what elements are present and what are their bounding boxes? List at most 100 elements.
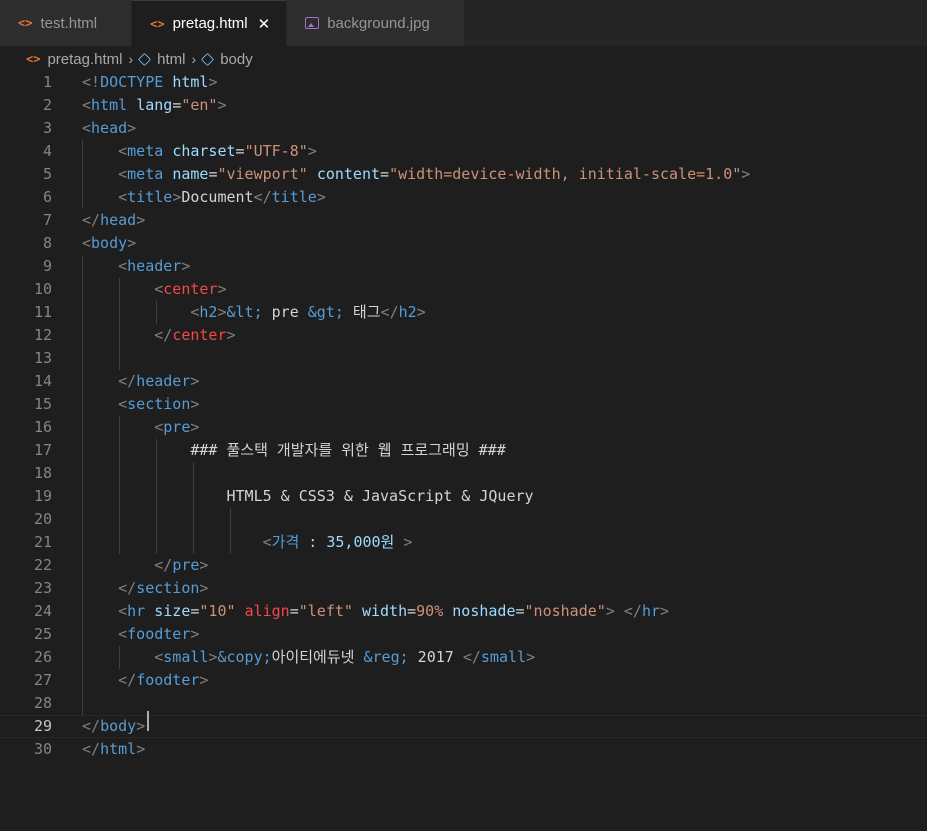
code-token: "en" xyxy=(181,96,218,114)
line-code: </html> xyxy=(82,738,145,761)
chevron-right-icon: › xyxy=(128,51,134,67)
code-token: &gt; xyxy=(307,303,344,321)
code-line[interactable]: 2 <html lang="en"> xyxy=(0,94,927,117)
code-line[interactable]: 24 <hr size="10" align="left" width=90% … xyxy=(0,600,927,623)
code-token: > xyxy=(127,119,137,137)
line-number: 8 xyxy=(42,234,52,252)
code-line[interactable]: 19 HTML5 & CSS3 & JavaScript & JQuery xyxy=(0,485,927,508)
code-token: pre xyxy=(172,556,200,574)
code-line[interactable]: 26 <small>&copy;아이티에듀넷 &reg; 2017 </smal… xyxy=(0,646,927,669)
code-token: body xyxy=(100,717,137,735)
line-code: <pre> xyxy=(82,416,199,439)
code-line[interactable]: 16 <pre> xyxy=(0,416,927,439)
line-number: 20 xyxy=(33,510,52,528)
code-token: 태그 xyxy=(343,303,381,321)
line-number: 27 xyxy=(33,671,52,689)
line-code: HTML5 & CSS3 & JavaScript & JQuery xyxy=(82,485,533,508)
code-line[interactable]: 22 </pre> xyxy=(0,554,927,577)
line-number: 5 xyxy=(42,165,52,183)
code-token: </ xyxy=(380,303,399,321)
code-line[interactable]: 13 xyxy=(0,347,927,370)
code-token: foodter xyxy=(127,625,191,643)
code-token: small xyxy=(163,648,209,666)
code-line[interactable]: 7 </head> xyxy=(0,209,927,232)
code-line[interactable]: 12 </center> xyxy=(0,324,927,347)
line-number: 23 xyxy=(33,579,52,597)
line-number: 1 xyxy=(42,73,52,91)
code-token: < xyxy=(82,96,92,114)
code-token: 2017 xyxy=(408,648,463,666)
code-token: > xyxy=(172,188,182,206)
code-token: = xyxy=(515,602,525,620)
code-token: </ xyxy=(154,556,173,574)
code-line[interactable]: 14 </header> xyxy=(0,370,927,393)
breadcrumb-item-html[interactable]: html xyxy=(157,51,185,68)
code-token: > xyxy=(199,579,209,597)
tab-bar: <> test.html <> pretag.html ✕ background.jpg xyxy=(0,0,927,46)
line-number: 12 xyxy=(33,326,52,344)
code-line[interactable]: 23 </section> xyxy=(0,577,927,600)
code-token: pre xyxy=(163,418,191,436)
code-token: > xyxy=(190,395,200,413)
code-line[interactable]: 9 <header> xyxy=(0,255,927,278)
code-token: > xyxy=(226,326,236,344)
code-line[interactable]: 28 xyxy=(0,692,927,715)
code-line[interactable]: 11 <h2>&lt; pre &gt; 태그</h2> xyxy=(0,301,927,324)
code-token: "width=device-width, initial-scale=1.0" xyxy=(389,165,742,183)
code-token: section xyxy=(136,579,200,597)
code-token: > xyxy=(199,671,209,689)
code-token: > xyxy=(199,556,209,574)
code-line[interactable]: 4 <meta charset="UTF-8"> xyxy=(0,140,927,163)
code-line[interactable]: 6 <title>Document</title> xyxy=(0,186,927,209)
code-line[interactable]: 15 <section> xyxy=(0,393,927,416)
tab-test-html[interactable]: <> test.html xyxy=(0,0,133,46)
close-icon[interactable]: ✕ xyxy=(258,15,271,33)
code-line[interactable]: 5 <meta name="viewport" content="width=d… xyxy=(0,163,927,186)
breadcrumb-item-body[interactable]: body xyxy=(220,51,253,68)
code-editor[interactable]: 1 <!DOCTYPE html> 2 <html lang="en"> 3 <head>… xyxy=(0,71,927,831)
code-line[interactable]: 29 </body> xyxy=(0,715,927,738)
tab-pretag-html[interactable]: <> pretag.html ✕ xyxy=(132,0,288,46)
code-line[interactable]: 30 </html> xyxy=(0,738,927,761)
tab-background-jpg[interactable]: background.jpg xyxy=(287,0,465,46)
code-token: > xyxy=(181,257,191,275)
code-token: meta xyxy=(127,165,164,183)
line-number: 7 xyxy=(42,211,52,229)
code-line[interactable]: 25 <foodter> xyxy=(0,623,927,646)
code-line[interactable]: 10 <center> xyxy=(0,278,927,301)
code-line[interactable]: 3 <head> xyxy=(0,117,927,140)
symbol-element-icon xyxy=(138,52,152,66)
line-code: ### 풀스택 개발자를 위한 웹 프로그래밍 ### xyxy=(82,439,505,462)
line-code: <header> xyxy=(82,255,190,278)
line-code: <center> xyxy=(82,278,226,301)
code-token: : 35,000원 xyxy=(308,533,395,551)
code-token: size xyxy=(154,602,191,620)
code-line[interactable]: 1 <!DOCTYPE html> xyxy=(0,71,927,94)
code-token: </ xyxy=(154,326,173,344)
code-token: < xyxy=(82,234,92,252)
code-line[interactable]: 17 ### 풀스택 개발자를 위한 웹 프로그래밍 ### xyxy=(0,439,927,462)
breadcrumb-item-file[interactable]: pretag.html xyxy=(47,51,122,68)
code-line[interactable]: 18 xyxy=(0,462,927,485)
line-code: <hr size="10" align="left" width=90% nos… xyxy=(82,600,669,623)
code-line[interactable]: 21 <가격 : 35,000원 > xyxy=(0,531,927,554)
code-token: html xyxy=(100,740,137,758)
code-line[interactable]: 20 xyxy=(0,508,927,531)
code-line[interactable]: 27 </foodter> xyxy=(0,669,927,692)
code-token: "noshade" xyxy=(524,602,606,620)
line-code: </body> xyxy=(82,716,145,737)
line-number: 21 xyxy=(33,533,52,551)
line-number: 11 xyxy=(33,303,52,321)
code-token: = xyxy=(289,602,299,620)
code-line[interactable]: 8 <body> xyxy=(0,232,927,255)
